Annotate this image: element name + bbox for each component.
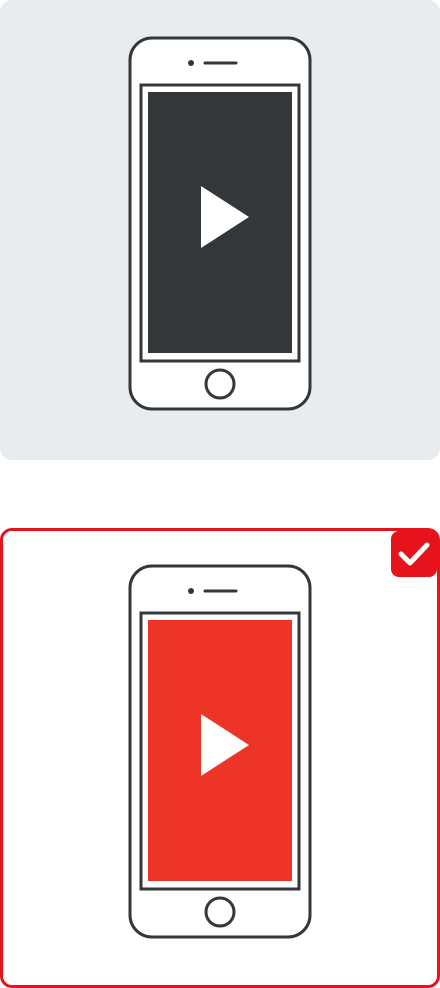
option-card-1[interactable]: [0, 0, 440, 460]
option-card-2[interactable]: [0, 528, 440, 988]
selected-badge: [391, 531, 437, 577]
phone-video-icon: [128, 564, 312, 939]
checkmark-icon: [398, 542, 430, 566]
phone-video-icon: [128, 36, 312, 411]
